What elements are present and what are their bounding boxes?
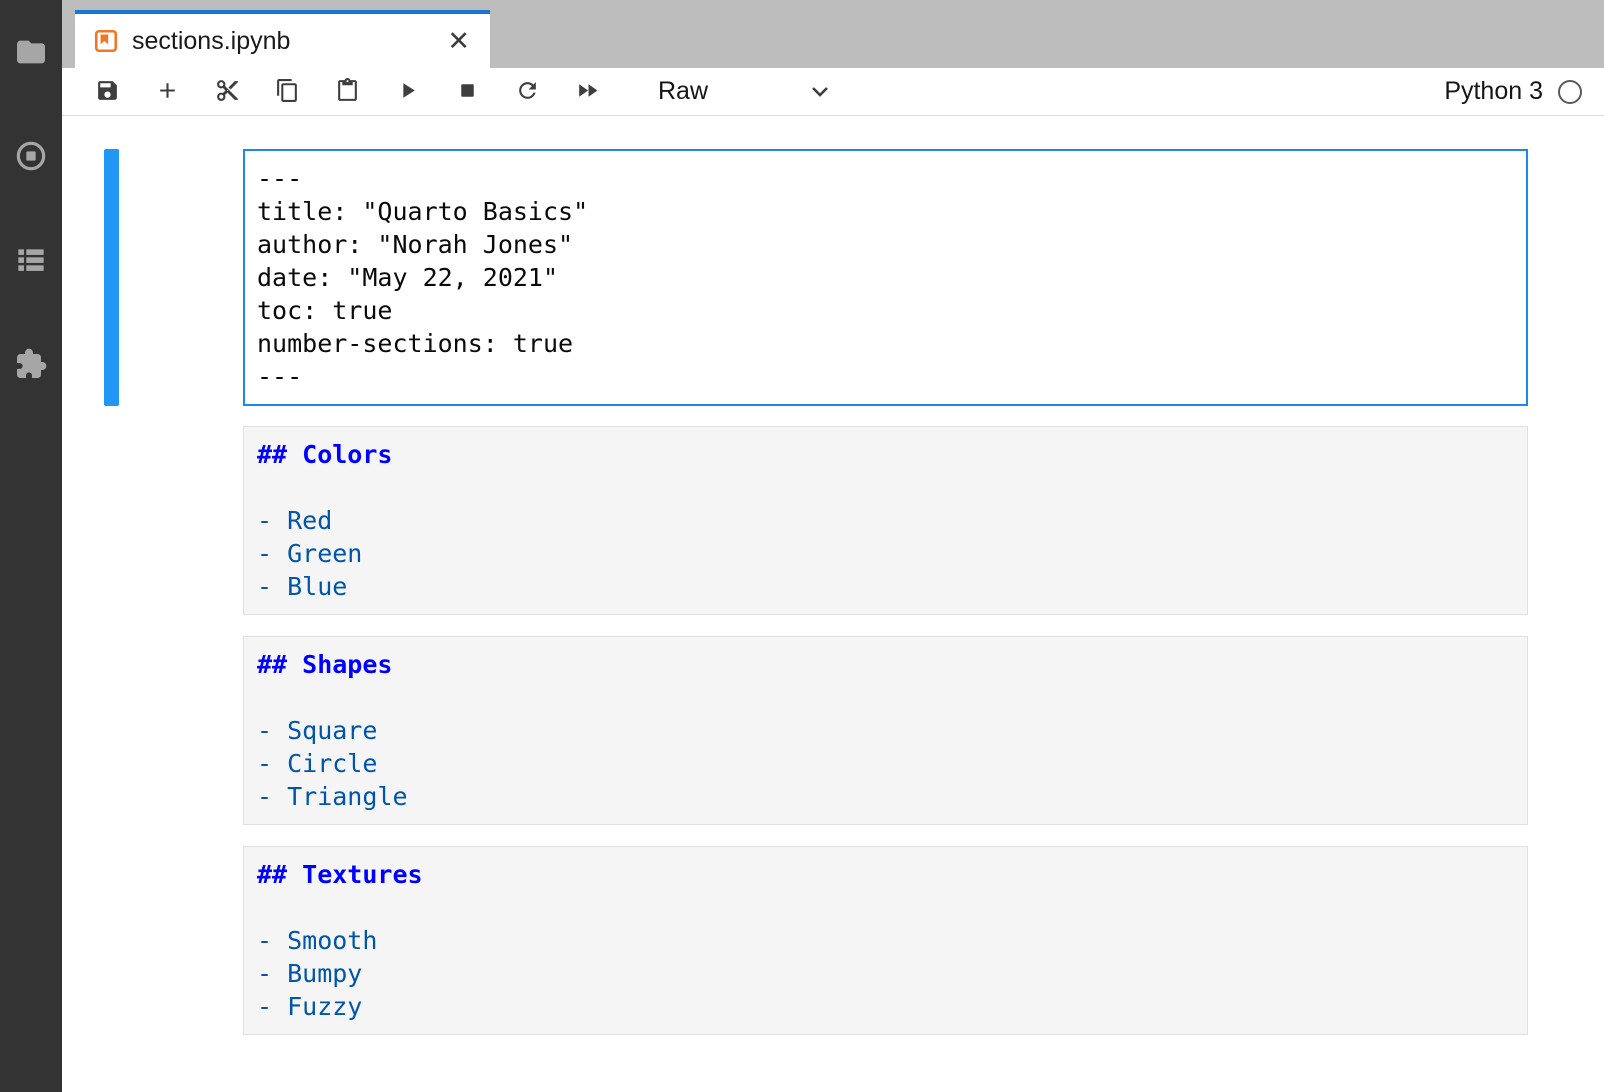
- kernel-name: Python 3: [1444, 77, 1543, 106]
- markdown-list-item: - Fuzzy: [257, 990, 1514, 1023]
- markdown-list-item: - Bumpy: [257, 957, 1514, 990]
- notebook-panel: --- title: "Quarto Basics" author: "Nora…: [62, 117, 1604, 1092]
- raw-line: ---: [257, 162, 1514, 195]
- file-browser-button[interactable]: [14, 36, 48, 70]
- table-of-contents-button[interactable]: [14, 244, 48, 278]
- raw-line: toc: true: [257, 294, 1514, 327]
- markdown-list-item: - Red: [257, 504, 1514, 537]
- running-kernels-icon: [15, 140, 47, 175]
- run-all-button[interactable]: [574, 79, 600, 105]
- markdown-list-item: - Smooth: [257, 924, 1514, 957]
- extension-manager-button[interactable]: [14, 348, 48, 382]
- raw-line: date: "May 22, 2021": [257, 261, 1514, 294]
- markdown-list-item: - Blue: [257, 570, 1514, 603]
- markdown-cell-shapes[interactable]: ## Shapes - Square - Circle - Triangle: [243, 636, 1528, 825]
- raw-line: number-sections: true: [257, 327, 1514, 360]
- markdown-heading: ## Colors: [257, 438, 1514, 471]
- active-cell-collapser[interactable]: [104, 149, 119, 406]
- folder-icon: [15, 36, 47, 71]
- save-icon: [95, 78, 120, 106]
- activity-sidebar: [0, 0, 62, 1092]
- cell-type-dropdown[interactable]: Raw: [658, 77, 830, 106]
- run-icon: [395, 78, 420, 106]
- markdown-list-item: - Square: [257, 714, 1514, 747]
- raw-line: ---: [257, 360, 1514, 393]
- copy-cells-button[interactable]: [274, 79, 300, 105]
- blank-line: [257, 681, 1514, 714]
- kernel-status-icon: [1558, 80, 1582, 104]
- cut-cells-button[interactable]: [214, 79, 240, 105]
- copy-icon: [275, 78, 300, 106]
- markdown-heading: ## Shapes: [257, 648, 1514, 681]
- add-cell-button[interactable]: [154, 79, 180, 105]
- raw-cell-frontmatter[interactable]: --- title: "Quarto Basics" author: "Nora…: [243, 149, 1528, 406]
- kernel-indicator[interactable]: Python 3: [1444, 77, 1582, 106]
- notebook-toolbar: Raw Python 3: [62, 68, 1604, 116]
- add-cell-icon: [155, 78, 180, 106]
- tab-close-button[interactable]: ✕: [447, 28, 470, 55]
- notebook-icon: [93, 28, 119, 54]
- blank-line: [257, 891, 1514, 924]
- tab-bar: sections.ipynb ✕: [62, 0, 1604, 68]
- chevron-down-icon: [810, 85, 830, 98]
- markdown-list-item: - Triangle: [257, 780, 1514, 813]
- tab-sections-ipynb[interactable]: sections.ipynb ✕: [75, 10, 490, 68]
- markdown-list-item: - Green: [257, 537, 1514, 570]
- cut-icon: [215, 78, 240, 106]
- restart-kernel-button[interactable]: [514, 79, 540, 105]
- save-button[interactable]: [94, 79, 120, 105]
- running-kernels-button[interactable]: [14, 140, 48, 174]
- cell-type-value: Raw: [658, 77, 708, 106]
- raw-line: author: "Norah Jones": [257, 228, 1514, 261]
- stop-icon: [455, 78, 480, 106]
- paste-cells-button[interactable]: [334, 79, 360, 105]
- interrupt-kernel-button[interactable]: [454, 79, 480, 105]
- markdown-heading: ## Textures: [257, 858, 1514, 891]
- blank-line: [257, 471, 1514, 504]
- raw-line: title: "Quarto Basics": [257, 195, 1514, 228]
- tab-title: sections.ipynb: [132, 27, 290, 56]
- table-of-contents-icon: [15, 244, 47, 279]
- paste-icon: [335, 78, 360, 106]
- markdown-cell-textures[interactable]: ## Textures - Smooth - Bumpy - Fuzzy: [243, 846, 1528, 1035]
- run-cell-button[interactable]: [394, 79, 420, 105]
- markdown-list-item: - Circle: [257, 747, 1514, 780]
- markdown-cell-colors[interactable]: ## Colors - Red - Green - Blue: [243, 426, 1528, 615]
- run-all-icon: [575, 78, 600, 106]
- restart-kernel-icon: [515, 78, 540, 106]
- cell-list: --- title: "Quarto Basics" author: "Nora…: [62, 117, 1604, 1035]
- extension-icon: [15, 348, 47, 383]
